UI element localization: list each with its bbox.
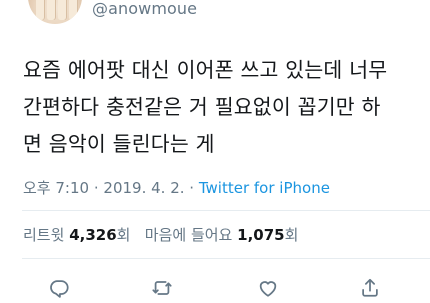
like-icon: [259, 281, 277, 297]
tweet-header: @anowmoue: [0, 0, 430, 30]
retweets-label: 리트윗: [23, 226, 65, 244]
meta-separator: ·: [189, 179, 195, 197]
likes-stat[interactable]: 마음에 들어요 1,075회: [145, 226, 299, 244]
avatar-image-detail: [36, 0, 45, 20]
tweet-time[interactable]: 오후 7:10: [23, 179, 89, 197]
divider: [22, 210, 430, 211]
reply-icon: [50, 280, 69, 298]
retweet-icon: [152, 281, 172, 295]
share-icon: [362, 278, 378, 297]
like-button[interactable]: [256, 276, 280, 300]
avatar-image-detail: [69, 0, 78, 20]
tweet-stats: 리트윗 4,326회 마음에 들어요 1,075회: [23, 224, 298, 245]
meta-separator: ·: [93, 179, 99, 197]
share-button[interactable]: [358, 276, 382, 300]
tweet-text: 요즘 에어팟 대신 이어폰 쓰고 있는데 너무 간편하다 충전같은 거 필요없이…: [23, 58, 388, 156]
tweet-meta: 오후 7:10 · 2019. 4. 2. · Twitter for iPho…: [23, 177, 330, 198]
likes-label: 마음에 들어요: [144, 226, 233, 244]
avatar[interactable]: [28, 0, 82, 24]
reply-button[interactable]: [47, 276, 71, 300]
retweet-button[interactable]: [150, 276, 174, 300]
likes-unit: 회: [284, 226, 299, 244]
likes-count: 1,075: [237, 226, 285, 244]
user-handle[interactable]: @anowmoue: [92, 0, 197, 18]
divider: [22, 258, 430, 259]
tweet-source-link[interactable]: Twitter for iPhone: [199, 179, 330, 197]
tweet-date[interactable]: 2019. 4. 2.: [103, 179, 184, 197]
retweets-stat[interactable]: 리트윗 4,326회: [23, 226, 135, 244]
avatar-image-detail: [58, 0, 67, 20]
tweet-actions: [0, 273, 430, 303]
retweets-count: 4,326: [69, 226, 117, 244]
avatar-image-detail: [47, 0, 56, 20]
retweets-unit: 회: [116, 226, 131, 244]
